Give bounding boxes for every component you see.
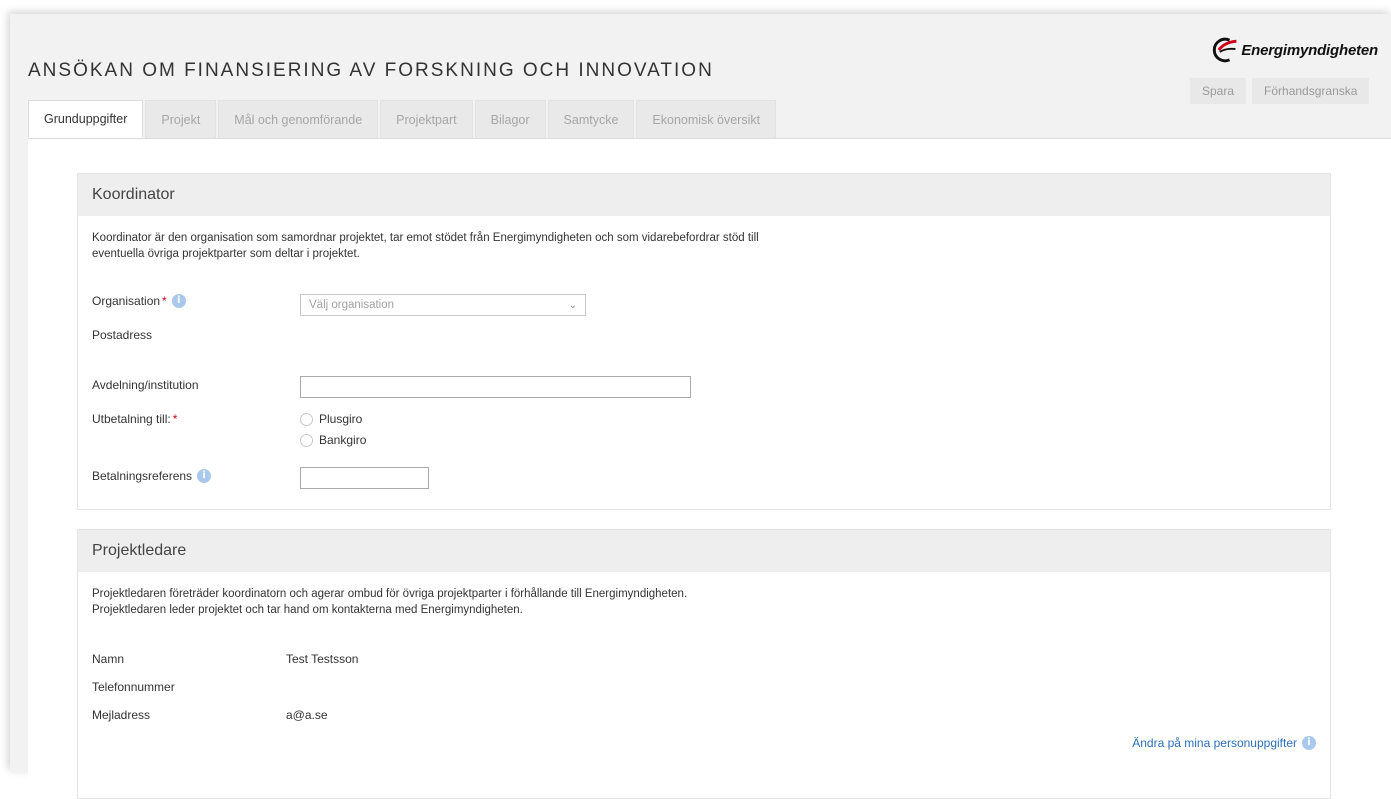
koordinator-description-line1: Koordinator är den organisation som samo… (92, 232, 759, 244)
projektledare-description-line1: Projektledaren företräder koordinatorn o… (92, 588, 688, 600)
avdelning-input[interactable] (300, 376, 691, 398)
logo-text: Energimyndigheten (1241, 41, 1378, 59)
betalningsreferens-label-row: Betalningsreferens i (92, 469, 212, 483)
radio-button[interactable] (300, 433, 313, 447)
mejl-label: Mejladress (92, 708, 151, 722)
postadress-label: Postadress (92, 328, 153, 342)
namn-label: Namn (92, 652, 125, 666)
save-button[interactable]: Spara (1190, 78, 1247, 104)
betalningsreferens-label: Betalningsreferens (92, 469, 193, 483)
organisation-placeholder: Välj organisation (309, 299, 395, 311)
organisation-select[interactable]: Välj organisation ⌄ (300, 294, 586, 316)
radio-plusgiro[interactable]: Plusgiro (300, 412, 362, 426)
tab-samtycke[interactable]: Samtycke (547, 100, 635, 138)
tab-mal-och-genomforande[interactable]: Mål och genomförande (218, 100, 379, 138)
utbetalning-label: Utbetalning till: (92, 412, 171, 426)
koordinator-description: Koordinator är den organisation som samo… (92, 230, 912, 262)
required-mark: * (172, 412, 178, 426)
logo: Energimyndigheten (1208, 32, 1378, 68)
tab-projekt[interactable]: Projekt (145, 100, 217, 138)
preview-button[interactable]: Förhandsgranska (1252, 78, 1370, 104)
radio-bankgiro-label: Bankgiro (319, 433, 367, 447)
koordinator-panel: Koordinator Koordinator är den organisat… (77, 173, 1331, 510)
koordinator-heading: Koordinator (78, 174, 1330, 216)
required-mark: * (162, 294, 167, 308)
application-window: ANSÖKAN OM FINANSIERING AV FORSKNING OCH… (10, 14, 1391, 799)
tab-content: Koordinator Koordinator är den organisat… (28, 138, 1391, 799)
info-icon[interactable]: i (197, 469, 212, 483)
organisation-label-row: Organisation * i (92, 294, 186, 308)
tab-bar: Grunduppgifter Projekt Mål och genomföra… (28, 100, 777, 138)
tab-grunduppgifter[interactable]: Grunduppgifter (28, 100, 144, 138)
edit-personal-info-link[interactable]: Ändra på mina personuppgifter i (1132, 736, 1316, 750)
projektledare-heading: Projektledare (78, 530, 1330, 572)
tab-projektpart[interactable]: Projektpart (380, 100, 473, 138)
page-title: ANSÖKAN OM FINANSIERING AV FORSKNING OCH… (28, 60, 714, 81)
energimyndigheten-logo-icon (1212, 37, 1237, 63)
projektledare-description-line2: Projektledaren leder projektet och tar h… (92, 604, 523, 616)
organisation-label: Organisation (92, 294, 161, 308)
utbetalning-label-row: Utbetalning till: * (92, 412, 177, 426)
radio-plusgiro-label: Plusgiro (319, 412, 363, 426)
tab-bilagor[interactable]: Bilagor (474, 100, 546, 138)
namn-value: Test Testsson (286, 652, 359, 666)
tab-ekonomisk-oversikt[interactable]: Ekonomisk översikt (636, 100, 777, 138)
edit-personal-info-label: Ändra på mina personuppgifter (1132, 736, 1297, 750)
betalningsreferens-input[interactable] (300, 467, 429, 489)
info-icon[interactable]: i (1302, 736, 1316, 750)
projektledare-description: Projektledaren företräder koordinatorn o… (92, 586, 912, 618)
projektledare-panel: Projektledare Projektledaren företräder … (77, 529, 1331, 799)
chevron-down-icon: ⌄ (568, 299, 577, 311)
mejl-value: a@a.se (286, 708, 328, 722)
avdelning-label: Avdelning/institution (92, 378, 199, 392)
radio-bankgiro[interactable]: Bankgiro (300, 433, 366, 447)
telefon-label: Telefonnummer (92, 680, 175, 694)
radio-button[interactable] (300, 412, 313, 426)
koordinator-description-line2: eventuella övriga projektparter som delt… (92, 248, 360, 260)
info-icon[interactable]: i (171, 294, 186, 308)
top-actions: Spara Förhandsgranska (1190, 78, 1370, 104)
